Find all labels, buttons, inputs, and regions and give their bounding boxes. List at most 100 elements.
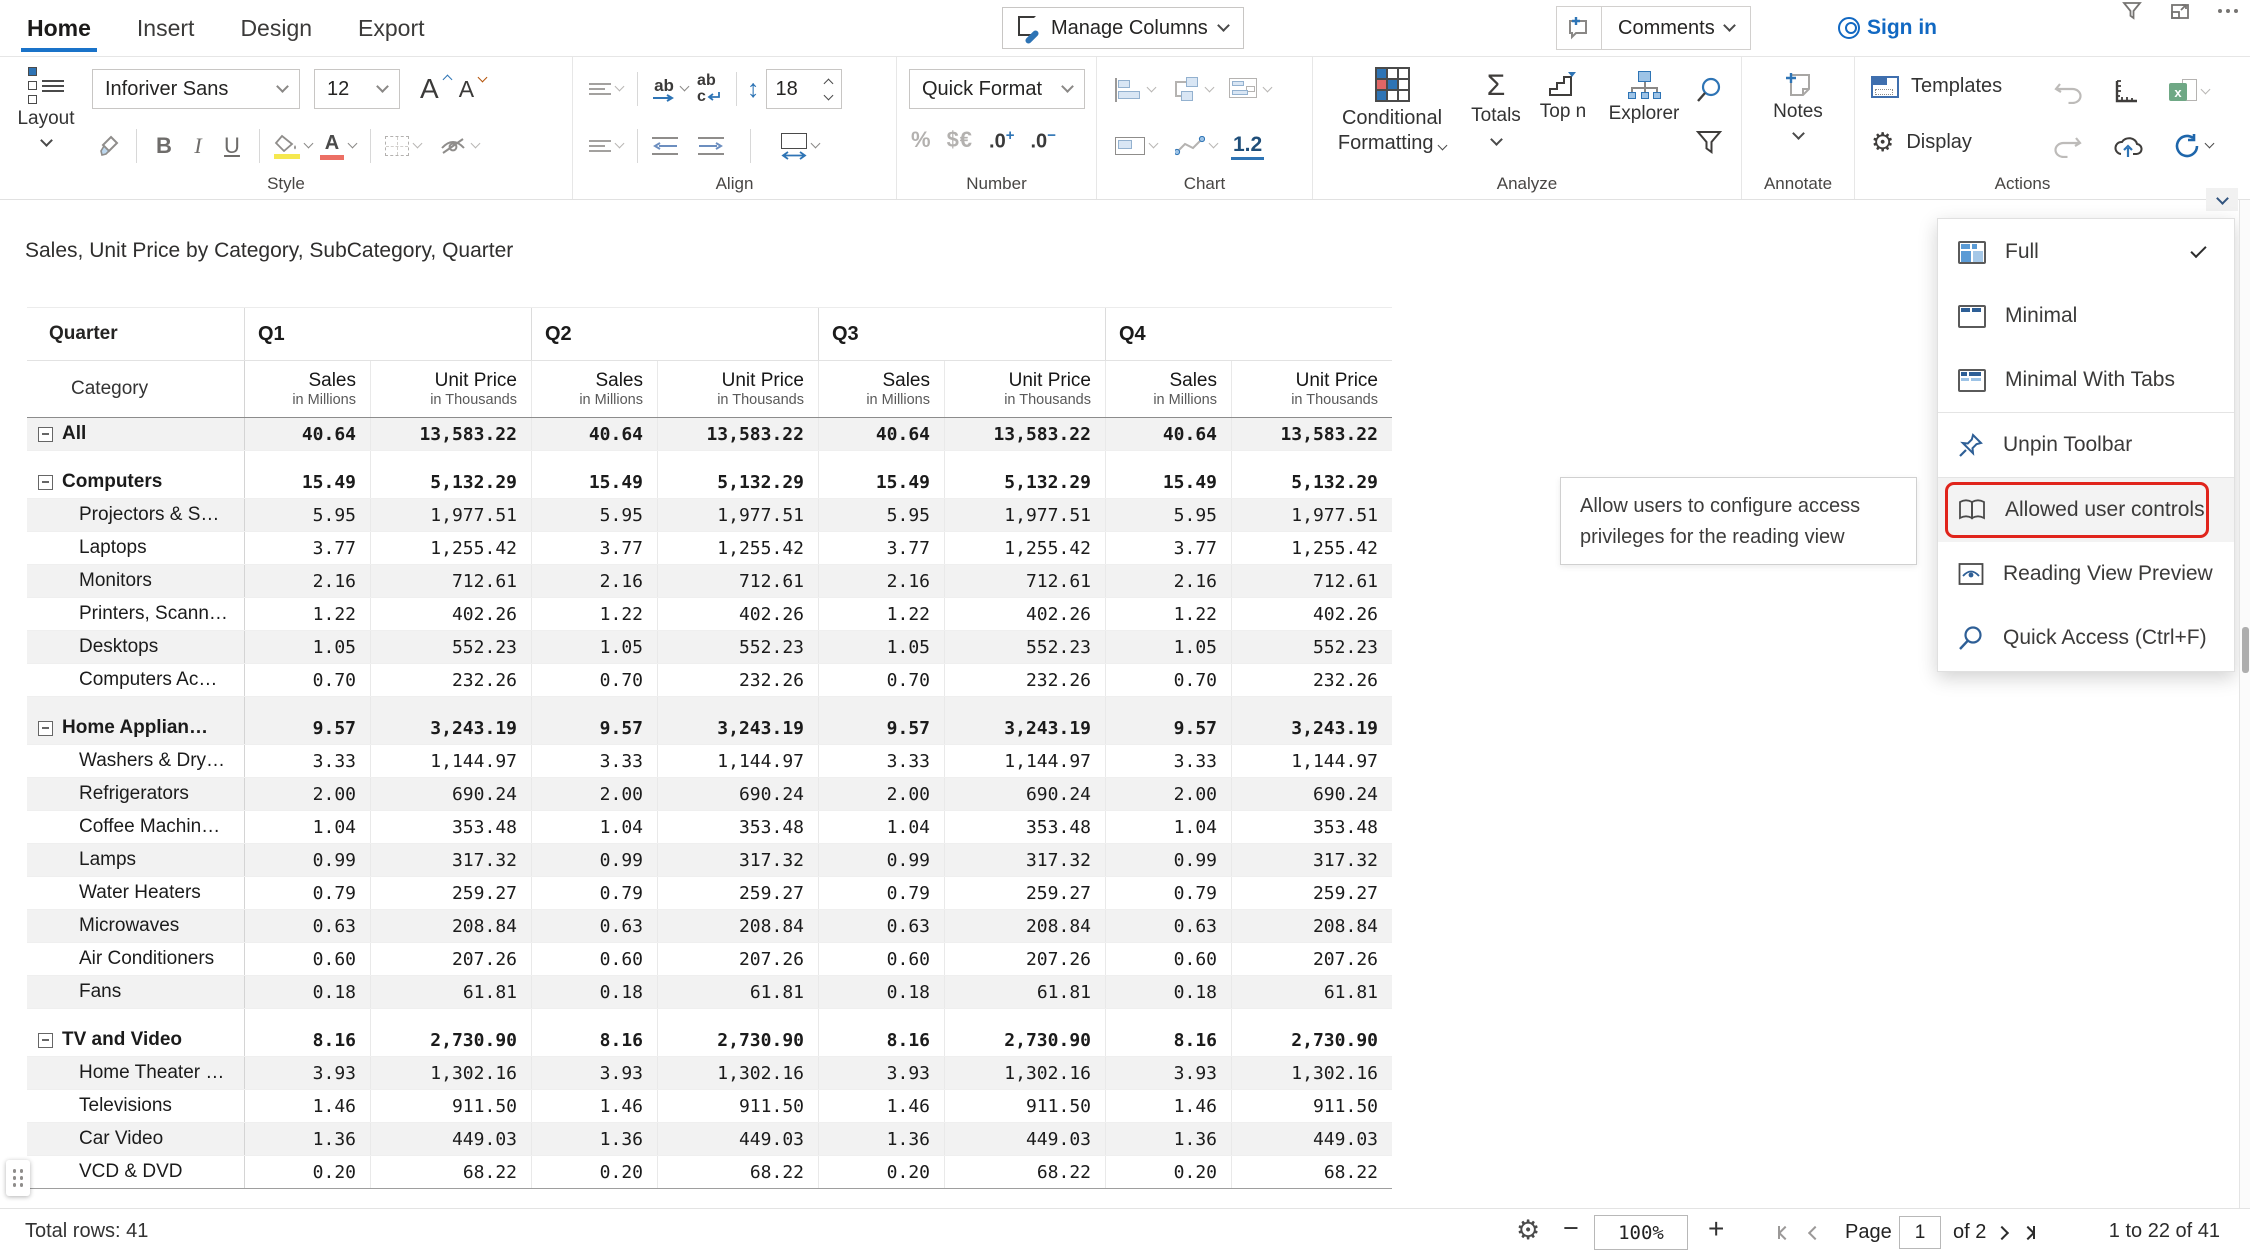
unit-price-value-cell[interactable]: 68.22 (657, 1156, 818, 1188)
increase-indent-button[interactable] (694, 127, 728, 165)
more-options-icon[interactable] (2211, 0, 2245, 22)
sales-value-cell[interactable]: 15.49 (531, 466, 657, 498)
sparkline-button[interactable] (1171, 127, 1221, 165)
font-color-button[interactable]: A (316, 127, 360, 165)
measure-header-cell[interactable]: Salesin Millions (1105, 361, 1231, 417)
unit-price-value-cell[interactable]: 232.26 (1231, 664, 1392, 696)
unit-price-value-cell[interactable]: 13,583.22 (370, 418, 531, 450)
unit-price-value-cell[interactable]: 1,302.16 (657, 1057, 818, 1089)
first-page-button[interactable] (1778, 1209, 1790, 1255)
templates-button[interactable]: Templates (1871, 75, 2002, 98)
sales-value-cell[interactable]: 1.36 (1105, 1123, 1231, 1155)
collapse-toggle-icon[interactable] (38, 475, 53, 490)
sales-value-cell[interactable]: 0.63 (244, 910, 370, 942)
wrap-text-button[interactable]: ab c (692, 70, 726, 108)
unit-price-value-cell[interactable]: 259.27 (657, 877, 818, 909)
unit-price-value-cell[interactable]: 1,977.51 (944, 499, 1105, 531)
page-number-input[interactable]: 1 (1899, 1216, 1941, 1249)
stepper-down-icon[interactable] (823, 90, 833, 100)
sales-value-cell[interactable]: 1.22 (531, 598, 657, 630)
increase-decimal-button[interactable]: .0+ (989, 127, 1014, 154)
zoom-in-button[interactable]: + (1708, 1213, 1724, 1245)
font-size-select[interactable]: 12 (314, 69, 400, 109)
sales-value-cell[interactable]: 0.18 (244, 976, 370, 1008)
unit-price-value-cell[interactable]: 911.50 (657, 1090, 818, 1122)
quarter-cell-q4[interactable]: Q4 (1105, 308, 1392, 360)
unit-price-value-cell[interactable]: 232.26 (370, 664, 531, 696)
unit-price-value-cell[interactable]: 353.48 (1231, 811, 1392, 843)
unit-price-value-cell[interactable]: 259.27 (944, 877, 1105, 909)
sales-value-cell[interactable]: 1.46 (244, 1090, 370, 1122)
export-excel-button[interactable]: x (2165, 73, 2213, 111)
category-cell[interactable]: Fans (27, 976, 244, 1008)
unit-price-value-cell[interactable]: 2,730.90 (370, 1024, 531, 1056)
sales-value-cell[interactable]: 3.33 (1105, 745, 1231, 777)
manage-columns-button[interactable]: Manage Columns (1002, 7, 1244, 49)
sales-value-cell[interactable]: 15.49 (818, 466, 944, 498)
sales-value-cell[interactable]: 1.46 (1105, 1090, 1231, 1122)
scrollbar-thumb[interactable] (2242, 627, 2249, 673)
unit-price-value-cell[interactable]: 552.23 (1231, 631, 1392, 663)
unit-price-value-cell[interactable]: 1,144.97 (370, 745, 531, 777)
sales-value-cell[interactable]: 1.05 (1105, 631, 1231, 663)
decrease-decimal-button[interactable]: .0− (1031, 127, 1056, 154)
category-cell[interactable]: Washers & Dry… (27, 745, 244, 777)
category-cell[interactable]: Water Heaters (27, 877, 244, 909)
sales-value-cell[interactable]: 1.05 (818, 631, 944, 663)
previous-page-button[interactable] (1810, 1209, 1820, 1255)
add-comment-button[interactable] (1556, 6, 1602, 50)
measure-header-cell[interactable]: Unit Pricein Thousands (944, 361, 1105, 417)
refresh-button[interactable] (2169, 127, 2217, 165)
conditional-formatting-button[interactable]: Conditional Formatting (1327, 67, 1457, 156)
top-n-button[interactable]: Top n (1531, 71, 1595, 123)
borders-button[interactable] (381, 127, 425, 165)
tab-home[interactable]: Home (25, 3, 93, 54)
sales-value-cell[interactable]: 1.04 (818, 811, 944, 843)
collapse-toggle-icon[interactable] (38, 1033, 53, 1048)
sales-value-cell[interactable]: 1.36 (244, 1123, 370, 1155)
unit-price-value-cell[interactable]: 317.32 (1231, 844, 1392, 876)
category-cell[interactable]: Desktops (27, 631, 244, 663)
unit-price-value-cell[interactable]: 259.27 (370, 877, 531, 909)
sales-value-cell[interactable]: 0.70 (531, 664, 657, 696)
unit-price-value-cell[interactable]: 911.50 (1231, 1090, 1392, 1122)
measure-header-cell[interactable]: Unit Pricein Thousands (1231, 361, 1392, 417)
quarter-cell-q1[interactable]: Q1 (244, 308, 531, 360)
decrease-font-size-button[interactable]: A (455, 70, 490, 108)
unit-price-value-cell[interactable]: 207.26 (657, 943, 818, 975)
tab-export[interactable]: Export (356, 3, 426, 54)
sales-value-cell[interactable]: 1.36 (818, 1123, 944, 1155)
percent-format-button[interactable]: % (911, 127, 931, 153)
unit-price-value-cell[interactable]: 317.32 (944, 844, 1105, 876)
fill-color-button[interactable] (270, 127, 316, 165)
sales-value-cell[interactable]: 8.16 (1105, 1024, 1231, 1056)
unit-price-value-cell[interactable]: 1,144.97 (1231, 745, 1392, 777)
quick-format-select[interactable]: Quick Format (909, 69, 1085, 109)
unit-price-value-cell[interactable]: 1,144.97 (657, 745, 818, 777)
category-cell[interactable]: Laptops (27, 532, 244, 564)
unit-price-value-cell[interactable]: 1,302.16 (944, 1057, 1105, 1089)
unit-price-value-cell[interactable]: 3,243.19 (1231, 712, 1392, 744)
menu-item-allowed-user-controls[interactable]: Allowed user controls (1938, 478, 2234, 542)
sales-value-cell[interactable]: 0.63 (818, 910, 944, 942)
sales-value-cell[interactable]: 5.95 (1105, 499, 1231, 531)
unit-price-value-cell[interactable]: 232.26 (657, 664, 818, 696)
sales-value-cell[interactable]: 40.64 (531, 418, 657, 450)
unit-price-value-cell[interactable]: 2,730.90 (657, 1024, 818, 1056)
horizontal-align-button[interactable] (585, 127, 627, 165)
category-cell[interactable]: Refrigerators (27, 778, 244, 810)
collapse-toggle-icon[interactable] (38, 721, 53, 736)
sales-value-cell[interactable]: 8.16 (244, 1024, 370, 1056)
sales-value-cell[interactable]: 1.46 (818, 1090, 944, 1122)
layout-button[interactable]: Layout (14, 67, 78, 145)
sales-value-cell[interactable]: 1.05 (531, 631, 657, 663)
sales-value-cell[interactable]: 5.95 (244, 499, 370, 531)
measure-header-cell[interactable]: Salesin Millions (818, 361, 944, 417)
sales-value-cell[interactable]: 3.93 (1105, 1057, 1231, 1089)
filter-icon[interactable] (2115, 0, 2149, 22)
sales-value-cell[interactable]: 9.57 (818, 712, 944, 744)
sales-value-cell[interactable]: 0.20 (1105, 1156, 1231, 1188)
sales-value-cell[interactable]: 5.95 (531, 499, 657, 531)
increase-font-size-button[interactable]: A (416, 70, 455, 108)
category-cell[interactable]: All (27, 418, 244, 450)
